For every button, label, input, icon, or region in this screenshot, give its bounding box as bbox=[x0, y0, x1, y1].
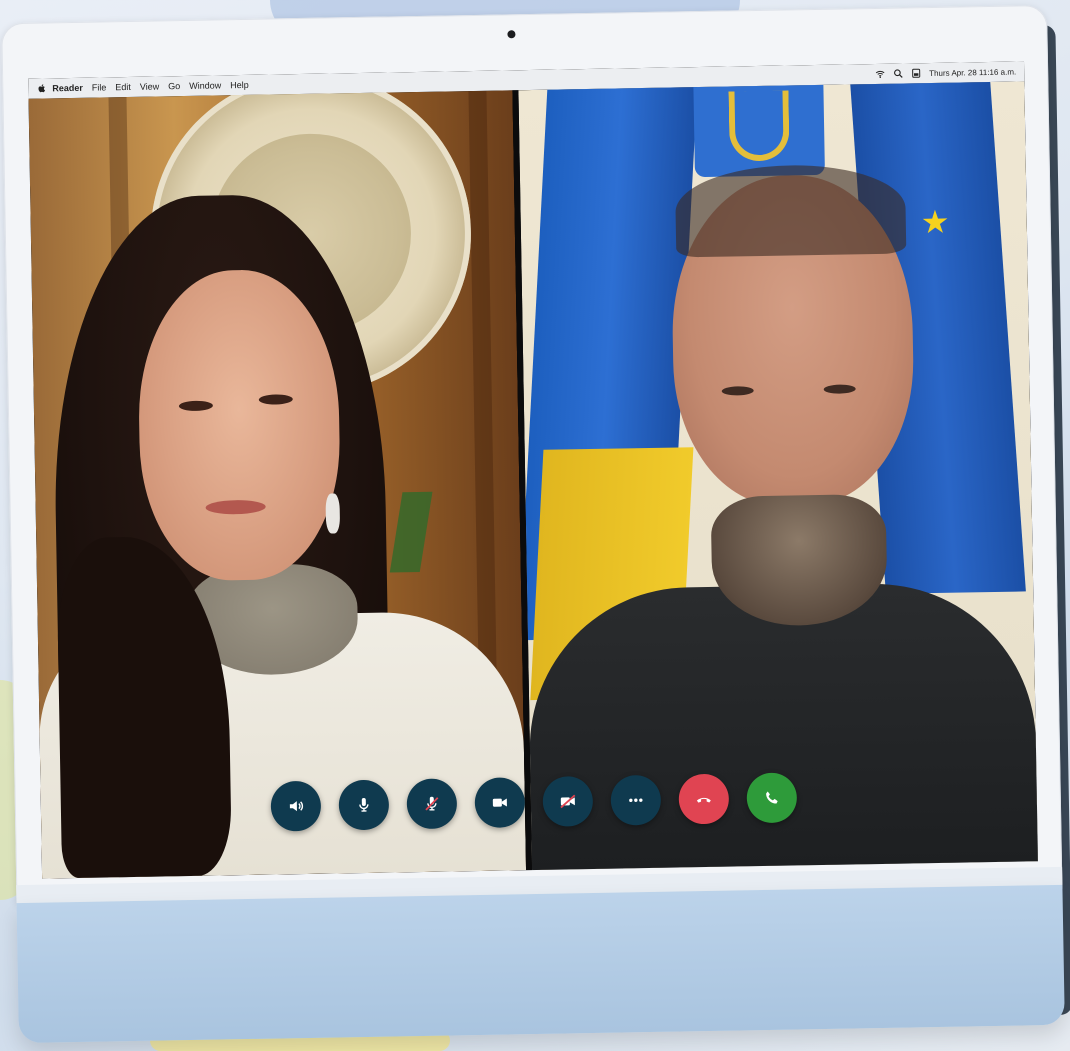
video-feed-right: ★ bbox=[518, 81, 1038, 871]
menu-go[interactable]: Go bbox=[168, 81, 180, 91]
more-options-button[interactable] bbox=[610, 774, 662, 826]
camera-off-button[interactable] bbox=[542, 776, 594, 827]
menu-view[interactable]: View bbox=[140, 81, 160, 91]
participant-face bbox=[136, 268, 342, 582]
menu-help[interactable]: Help bbox=[230, 80, 249, 90]
call-controls bbox=[270, 772, 798, 832]
eu-star-icon: ★ bbox=[920, 202, 950, 242]
participant-earring bbox=[325, 493, 341, 534]
mic-button[interactable] bbox=[338, 779, 390, 831]
wifi-icon[interactable] bbox=[875, 69, 885, 79]
trident-emblem bbox=[728, 90, 790, 162]
device-chin bbox=[16, 884, 1065, 1044]
phone-icon bbox=[766, 791, 778, 804]
video-camera-off-icon bbox=[560, 794, 576, 809]
control-center-icon[interactable] bbox=[911, 68, 921, 78]
menu-bar-clock[interactable]: Thurs Apr. 28 11:16 a.m. bbox=[929, 67, 1016, 78]
answer-call-button[interactable] bbox=[746, 772, 798, 824]
menu-app-name[interactable]: Reader bbox=[52, 83, 83, 94]
menu-bar-status: Thurs Apr. 28 11:16 a.m. bbox=[875, 66, 1016, 78]
ellipsis-icon bbox=[629, 798, 643, 803]
search-icon[interactable] bbox=[893, 68, 903, 78]
webcam-dot bbox=[507, 30, 516, 39]
menu-window[interactable]: Window bbox=[189, 80, 221, 91]
hang-up-icon bbox=[696, 797, 711, 803]
participant-shirt bbox=[527, 581, 1038, 871]
speaker-icon bbox=[289, 801, 304, 812]
camera-button[interactable] bbox=[474, 777, 526, 829]
microphone-off-icon bbox=[425, 796, 439, 811]
microphone-icon bbox=[359, 797, 369, 812]
menu-edit[interactable]: Edit bbox=[115, 82, 131, 92]
imac-device: Reader File Edit View Go Window Help Thu… bbox=[1, 4, 1070, 1044]
apple-logo-icon[interactable] bbox=[36, 83, 46, 93]
menu-file[interactable]: File bbox=[92, 82, 107, 92]
video-camera-icon bbox=[492, 798, 507, 807]
screen: Reader File Edit View Go Window Help Thu… bbox=[28, 61, 1038, 879]
mute-mic-button[interactable] bbox=[406, 778, 458, 830]
video-feed-left bbox=[28, 90, 527, 879]
end-call-button[interactable] bbox=[678, 773, 730, 825]
speaker-button[interactable] bbox=[270, 780, 322, 832]
